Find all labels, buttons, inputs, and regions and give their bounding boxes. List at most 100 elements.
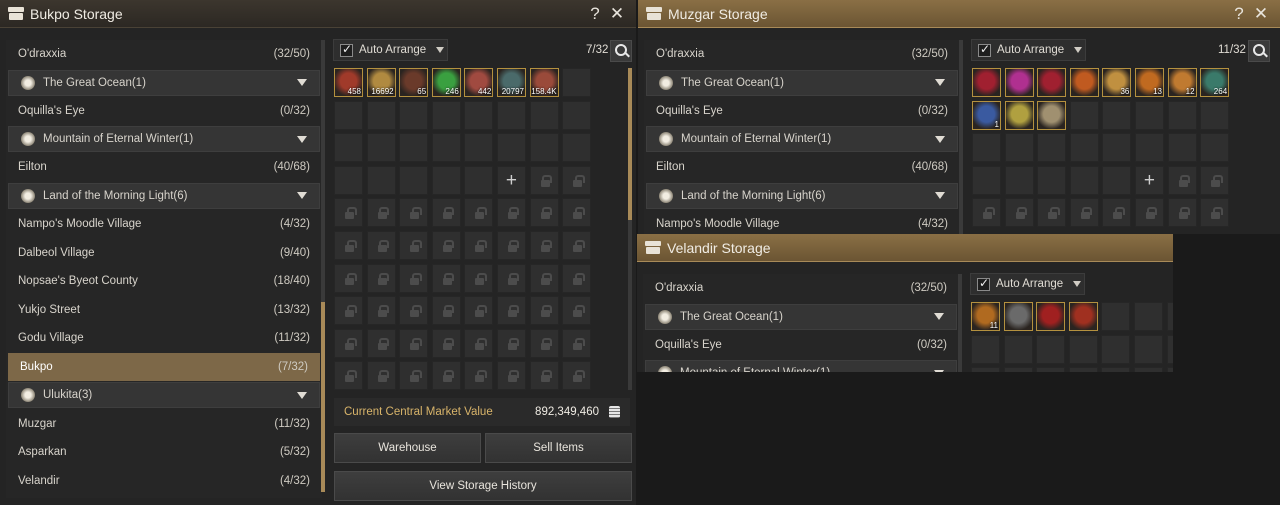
empty-slot[interactable]: [1134, 133, 1164, 163]
expand-caret-icon[interactable]: [297, 192, 307, 200]
item-slot[interactable]: [972, 68, 1001, 97]
empty-slot[interactable]: [399, 133, 429, 163]
item-slot[interactable]: 16692: [366, 68, 396, 97]
empty-slot[interactable]: [1101, 302, 1131, 331]
empty-slot[interactable]: [1102, 100, 1132, 130]
empty-slot[interactable]: [562, 68, 592, 97]
auto-arrange-checkbox[interactable]: [340, 42, 353, 57]
view-storage-history-button[interactable]: View Storage History: [334, 471, 632, 501]
empty-slot[interactable]: [1102, 133, 1132, 163]
empty-slot[interactable]: [1133, 302, 1163, 331]
empty-slot[interactable]: [1101, 334, 1131, 364]
item-slot[interactable]: [1037, 100, 1067, 130]
empty-slot[interactable]: [431, 165, 461, 195]
town-list-scrollbar[interactable]: [959, 40, 963, 234]
auto-arrange-checkbox[interactable]: [978, 42, 991, 57]
expand-caret-icon[interactable]: [935, 135, 945, 143]
empty-slot[interactable]: [1102, 165, 1132, 195]
town-item-eilton[interactable]: Eilton (40/68): [644, 153, 960, 182]
empty-slot[interactable]: [431, 133, 461, 163]
empty-slot[interactable]: [1166, 334, 1173, 364]
expand-caret-icon[interactable]: [297, 135, 307, 143]
expand-caret-icon[interactable]: [935, 79, 945, 87]
empty-slot[interactable]: [1037, 165, 1067, 195]
town-item-oquilla-s-eye[interactable]: Oquilla's Eye (0/32): [644, 97, 960, 126]
auto-arrange-dropdown-icon[interactable]: [1073, 281, 1082, 287]
town-item-o-draxxia[interactable]: O'draxxia (32/50): [643, 274, 959, 303]
item-slot[interactable]: [1004, 68, 1034, 97]
empty-slot[interactable]: [971, 334, 1000, 364]
region-header-land-of-the-morning-light-6[interactable]: Land of the Morning Light(6): [8, 182, 320, 209]
town-item-muzgar[interactable]: Muzgar (11/32): [6, 409, 322, 438]
empty-slot[interactable]: [366, 133, 396, 163]
sell-items-button[interactable]: Sell Items: [485, 433, 632, 463]
search-icon[interactable]: [610, 40, 632, 62]
empty-slot[interactable]: [334, 165, 363, 195]
item-slot[interactable]: 65: [399, 68, 429, 97]
town-item-o-draxxia[interactable]: O'draxxia (32/50): [6, 40, 322, 69]
bukpo-titlebar[interactable]: Bukpo Storage ? ✕: [0, 0, 636, 28]
item-slot[interactable]: [1068, 302, 1098, 331]
region-header-land-of-the-morning-light-6[interactable]: Land of the Morning Light(6): [646, 182, 958, 209]
empty-slot[interactable]: [1069, 165, 1099, 195]
empty-slot[interactable]: [1003, 367, 1033, 372]
expand-caret-icon[interactable]: [935, 192, 945, 200]
empty-slot[interactable]: [496, 100, 526, 130]
empty-slot[interactable]: [1004, 165, 1034, 195]
expand-caret-icon[interactable]: [934, 369, 944, 372]
item-slot[interactable]: 36: [1102, 68, 1132, 97]
town-item-oquilla-s-eye[interactable]: Oquilla's Eye (0/32): [6, 97, 322, 126]
warehouse-button[interactable]: Warehouse: [334, 433, 481, 463]
item-slot[interactable]: [1036, 302, 1066, 331]
region-header-mountain-of-eternal-winter-1[interactable]: Mountain of Eternal Winter(1): [646, 126, 958, 153]
empty-slot[interactable]: [1036, 367, 1066, 372]
empty-slot[interactable]: [1134, 100, 1164, 130]
empty-slot[interactable]: [971, 367, 1000, 372]
expand-storage-plus-icon[interactable]: [1134, 165, 1164, 195]
empty-slot[interactable]: [1068, 334, 1098, 364]
item-slot[interactable]: [1003, 302, 1033, 331]
region-header-the-great-ocean-1[interactable]: The Great Ocean(1): [645, 303, 957, 330]
empty-slot[interactable]: [1003, 334, 1033, 364]
empty-slot[interactable]: [431, 100, 461, 130]
empty-slot[interactable]: [529, 100, 559, 130]
town-item-eilton[interactable]: Eilton (40/68): [6, 153, 322, 182]
empty-slot[interactable]: [1133, 334, 1163, 364]
item-slot[interactable]: 1: [972, 100, 1001, 130]
scroll-thumb[interactable]: [321, 302, 325, 492]
auto-arrange-dropdown-icon[interactable]: [436, 47, 445, 53]
empty-slot[interactable]: [1166, 367, 1173, 372]
empty-slot[interactable]: [1068, 367, 1098, 372]
empty-slot[interactable]: [1101, 367, 1131, 372]
close-icon[interactable]: ✕: [606, 4, 628, 24]
empty-slot[interactable]: [562, 100, 592, 130]
town-item-dalbeol-village[interactable]: Dalbeol Village (9/40): [6, 238, 322, 267]
scroll-thumb[interactable]: [628, 68, 632, 220]
town-item-asparkan[interactable]: Asparkan (5/32): [6, 438, 322, 467]
town-list-scrollbar[interactable]: [321, 40, 325, 492]
empty-slot[interactable]: [366, 165, 396, 195]
auto-arrange-dropdown-icon[interactable]: [1074, 47, 1083, 53]
town-list-scrollbar[interactable]: [958, 274, 962, 372]
town-item-nopsae-s-byeot-county[interactable]: Nopsae's Byeot County (18/40): [6, 267, 322, 296]
region-header-mountain-of-eternal-winter-1[interactable]: Mountain of Eternal Winter(1): [645, 360, 957, 372]
empty-slot[interactable]: [1200, 133, 1230, 163]
town-item-oquilla-s-eye[interactable]: Oquilla's Eye (0/32): [643, 331, 959, 360]
item-slot[interactable]: 246: [431, 68, 461, 97]
empty-slot[interactable]: [1167, 100, 1197, 130]
empty-slot[interactable]: [496, 133, 526, 163]
empty-slot[interactable]: [334, 100, 363, 130]
empty-slot[interactable]: [1069, 133, 1099, 163]
region-header-ulukita-3[interactable]: Ulukita(3): [8, 382, 320, 409]
town-item-o-draxxia[interactable]: O'draxxia (32/50): [644, 40, 960, 69]
empty-slot[interactable]: [464, 100, 494, 130]
item-grid-scrollbar[interactable]: [628, 68, 632, 390]
town-item-nampo-s-moodle-village[interactable]: Nampo's Moodle Village (4/32): [6, 210, 322, 239]
muzgar-titlebar[interactable]: Muzgar Storage ? ✕: [638, 0, 1280, 28]
item-slot[interactable]: 20797: [496, 68, 526, 97]
close-icon[interactable]: ✕: [1250, 4, 1272, 24]
empty-slot[interactable]: [1037, 133, 1067, 163]
empty-slot[interactable]: [972, 165, 1001, 195]
item-slot[interactable]: 264: [1200, 68, 1230, 97]
town-item-godu-village[interactable]: Godu Village (11/32): [6, 324, 322, 353]
